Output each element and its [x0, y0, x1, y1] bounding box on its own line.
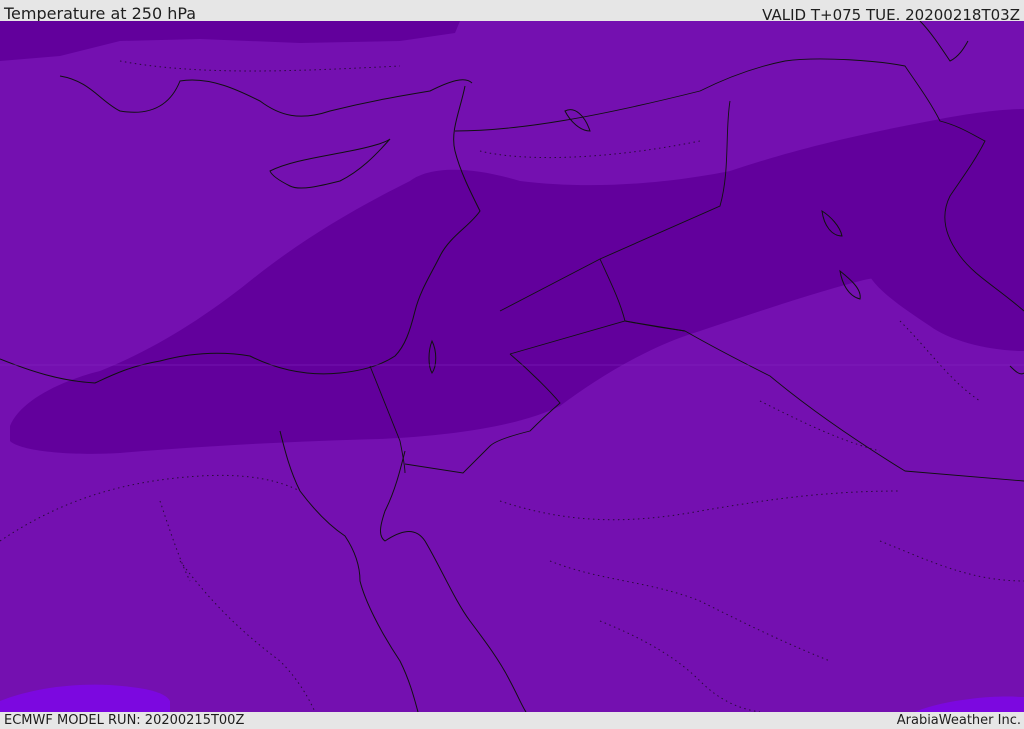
model-run-label: ECMWF MODEL RUN: 20200215T00Z	[4, 713, 245, 728]
temperature-map-svg	[0, 21, 1024, 712]
weather-map	[0, 21, 1024, 712]
map-header: Temperature at 250 hPa VALID T+075 TUE. …	[0, 0, 1024, 24]
map-footer: ECMWF MODEL RUN: 20200215T00Z ArabiaWeat…	[0, 712, 1024, 729]
credit-label: ArabiaWeather Inc.	[896, 713, 1021, 728]
